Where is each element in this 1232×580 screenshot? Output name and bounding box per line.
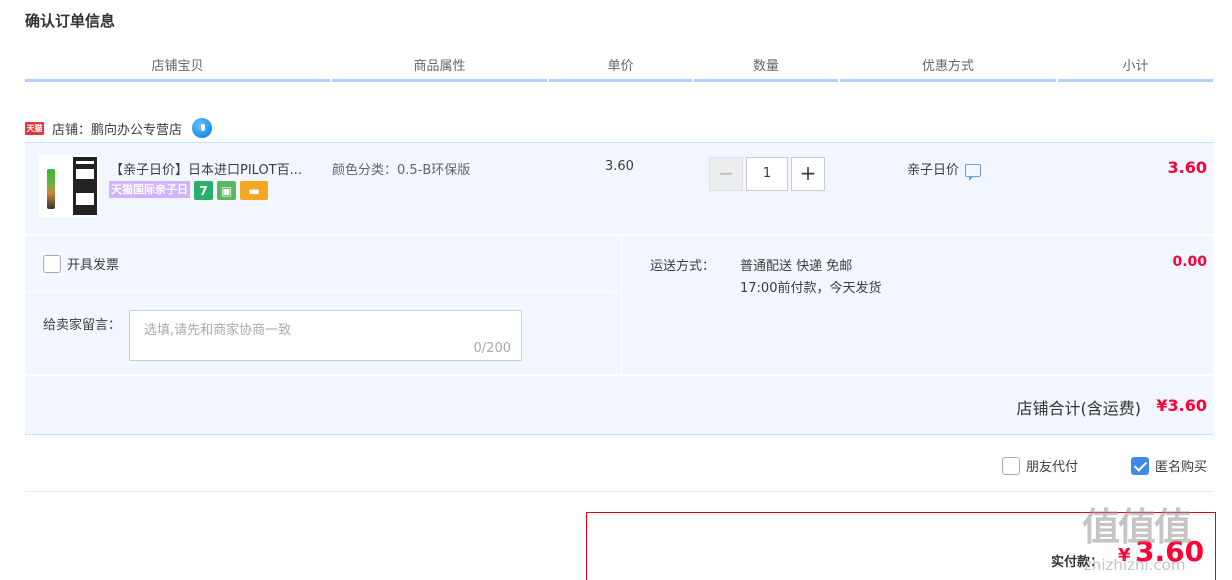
unit-price: 3.60	[605, 159, 634, 174]
header-col-quantity: 数量	[694, 56, 838, 82]
product-title-link[interactable]: 【亲子日价】日本进口PILOT百...	[110, 159, 302, 178]
shop-total-value: ¥3.60	[1156, 396, 1207, 415]
divider	[25, 291, 618, 292]
promo-badge: 天猫国际亲子日	[109, 181, 190, 198]
seller-message-input[interactable]: 选填,请先和商家协商一致 0/200	[129, 310, 522, 361]
header-col-unit-price: 单价	[549, 56, 692, 82]
discount-method: 亲子日价	[907, 159, 982, 181]
header-col-subtotal: 小计	[1058, 56, 1213, 82]
card-payment-icon: ▬	[240, 181, 268, 200]
seven-day-return-icon: 7	[194, 181, 213, 200]
shipping-note: 17:00前付款，今天发货	[740, 281, 882, 296]
invoice-message-pane: 开具发票 给卖家留言： 选填,请先和商家协商一致 0/200	[25, 236, 618, 374]
service-badges: 天猫国际亲子日 7 ▣ ▬	[109, 181, 268, 200]
invoice-option[interactable]: 开具发票	[43, 254, 119, 273]
shopping-bag-icon: ▣	[217, 181, 236, 200]
invoice-label: 开具发票	[67, 258, 120, 273]
wangwang-chat-icon[interactable]	[192, 118, 213, 138]
comment-icon[interactable]	[965, 164, 982, 181]
shipping-label: 运送方式：	[650, 259, 716, 274]
shop-name-link[interactable]: 店铺：鹏向办公专营店	[52, 119, 182, 138]
package-image	[73, 157, 97, 215]
order-extras: 开具发票 给卖家留言： 选填,请先和商家协商一致 0/200 运送方式： 普通配…	[25, 236, 1213, 374]
shop-total-label: 店铺合计(含运费)	[1016, 399, 1142, 418]
quantity-stepper: − 1 +	[709, 157, 825, 191]
discount-method-label: 亲子日价	[907, 163, 960, 178]
site-watermark: 值值值	[1082, 505, 1192, 549]
item-subtotal: 3.60	[1167, 158, 1207, 177]
anonymous-purchase-option[interactable]: 匿名购买	[1131, 456, 1207, 475]
page-title: 确认订单信息	[25, 12, 116, 30]
header-col-attributes: 商品属性	[332, 56, 547, 82]
quantity-increase-button[interactable]: +	[791, 157, 825, 191]
quantity-input[interactable]: 1	[746, 157, 788, 191]
shop-total: 店铺合计(含运费) ¥3.60	[25, 376, 1213, 435]
order-table-header: 店铺宝贝 商品属性 单价 数量 优惠方式 小计	[25, 56, 1213, 82]
order-item-row: 【亲子日价】日本进口PILOT百... 天猫国际亲子日 7 ▣ ▬ 颜色分类：0…	[25, 142, 1213, 234]
seller-message-label: 给卖家留言：	[43, 318, 122, 333]
shipping-pane: 运送方式： 普通配送 快递 免邮 17:00前付款，今天发货 0.00	[621, 236, 1213, 374]
product-attribute: 颜色分类：0.5-B环保版	[332, 163, 471, 178]
seller-message-counter: 0/200	[473, 341, 511, 356]
seller-message-placeholder: 选填,请先和商家协商一致	[144, 323, 292, 338]
header-col-shop-item: 店铺宝贝	[25, 56, 330, 82]
friend-pay-checkbox[interactable]	[1002, 456, 1020, 475]
shipping-method: 普通配送 快递 免邮	[740, 259, 853, 274]
divider	[25, 491, 1213, 492]
invoice-checkbox[interactable]	[43, 254, 61, 273]
friend-pay-option[interactable]: 朋友代付	[1002, 456, 1078, 475]
tmall-icon: 天猫	[25, 121, 44, 135]
shipping-fee: 0.00	[1172, 254, 1207, 270]
anonymous-purchase-label: 匿名购买	[1155, 460, 1208, 475]
pen-image	[47, 169, 55, 209]
quantity-decrease-button[interactable]: −	[709, 157, 743, 191]
product-thumbnail[interactable]	[39, 155, 99, 217]
header-col-discount: 优惠方式	[840, 56, 1056, 82]
shop-row: 天猫 店铺：鹏向办公专营店	[25, 116, 213, 140]
site-watermark-url: zhizhizhi.com	[1084, 556, 1186, 574]
friend-pay-label: 朋友代付	[1026, 460, 1079, 475]
anonymous-purchase-checkbox[interactable]	[1131, 456, 1149, 475]
